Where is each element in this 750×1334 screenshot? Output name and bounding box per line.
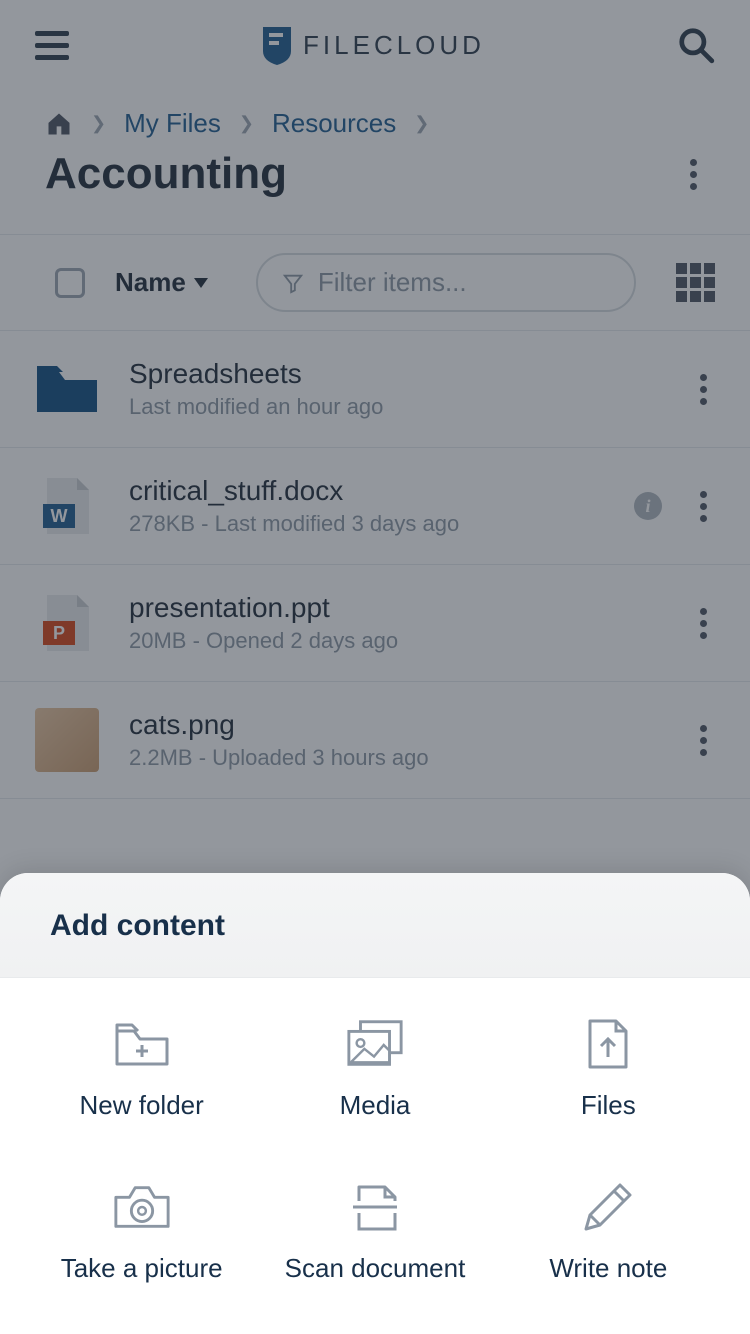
file-meta: Last modified an hour ago bbox=[129, 394, 662, 420]
select-all-checkbox[interactable] bbox=[55, 268, 85, 298]
action-media[interactable]: Media bbox=[263, 1018, 486, 1121]
scan-icon bbox=[345, 1181, 405, 1233]
action-take-picture[interactable]: Take a picture bbox=[30, 1181, 253, 1284]
grid-view-toggle[interactable] bbox=[676, 263, 715, 302]
search-icon[interactable] bbox=[677, 26, 715, 64]
app-header: FILECLOUD bbox=[0, 0, 750, 90]
file-name: critical_stuff.docx bbox=[129, 475, 604, 507]
list-item[interactable]: P presentation.ppt 20MB - Opened 2 days … bbox=[0, 565, 750, 682]
file-name: cats.png bbox=[129, 709, 662, 741]
action-files[interactable]: Files bbox=[497, 1018, 720, 1121]
page-title: Accounting bbox=[45, 149, 287, 199]
menu-button[interactable] bbox=[35, 31, 69, 60]
action-label: Files bbox=[581, 1090, 636, 1121]
action-label: Write note bbox=[549, 1253, 667, 1284]
item-more-button[interactable] bbox=[692, 600, 715, 647]
file-meta: 20MB - Opened 2 days ago bbox=[129, 628, 662, 654]
file-list: Spreadsheets Last modified an hour ago W… bbox=[0, 331, 750, 799]
ppt-icon: P bbox=[35, 591, 99, 655]
list-item[interactable]: cats.png 2.2MB - Uploaded 3 hours ago bbox=[0, 682, 750, 799]
chevron-down-icon bbox=[194, 278, 208, 288]
image-thumbnail bbox=[35, 708, 99, 772]
home-icon[interactable] bbox=[45, 110, 73, 138]
upload-file-icon bbox=[578, 1018, 638, 1070]
action-label: Scan document bbox=[285, 1253, 466, 1284]
action-label: New folder bbox=[80, 1090, 204, 1121]
media-icon bbox=[345, 1018, 405, 1070]
file-meta: 278KB - Last modified 3 days ago bbox=[129, 511, 604, 537]
filter-placeholder: Filter items... bbox=[318, 267, 467, 298]
action-write-note[interactable]: Write note bbox=[497, 1181, 720, 1284]
sort-button[interactable]: Name bbox=[115, 267, 208, 298]
file-meta: 2.2MB - Uploaded 3 hours ago bbox=[129, 745, 662, 771]
brand-text: FILECLOUD bbox=[303, 30, 485, 61]
svg-text:P: P bbox=[53, 623, 65, 643]
add-content-sheet: Add content New folder Media Files Take … bbox=[0, 873, 750, 1334]
sheet-title: Add content bbox=[0, 873, 750, 978]
breadcrumb-link-myfiles[interactable]: My Files bbox=[124, 108, 221, 139]
action-scan-document[interactable]: Scan document bbox=[263, 1181, 486, 1284]
item-more-button[interactable] bbox=[692, 366, 715, 413]
docx-icon: W bbox=[35, 474, 99, 538]
action-label: Take a picture bbox=[61, 1253, 223, 1284]
action-label: Media bbox=[340, 1090, 411, 1121]
pencil-icon bbox=[578, 1181, 638, 1233]
sheet-actions: New folder Media Files Take a picture Sc bbox=[0, 978, 750, 1334]
folder-icon bbox=[35, 357, 99, 421]
breadcrumb: ❯ My Files ❯ Resources ❯ bbox=[0, 90, 750, 139]
logo-shield-icon bbox=[261, 25, 293, 65]
title-row: Accounting bbox=[0, 139, 750, 234]
camera-icon bbox=[112, 1181, 172, 1233]
chevron-right-icon: ❯ bbox=[239, 113, 254, 134]
filter-icon bbox=[282, 272, 304, 294]
svg-text:W: W bbox=[51, 506, 68, 526]
info-icon[interactable]: i bbox=[634, 492, 662, 520]
sort-label: Name bbox=[115, 267, 186, 298]
filter-input[interactable]: Filter items... bbox=[256, 253, 636, 312]
item-more-button[interactable] bbox=[692, 717, 715, 764]
brand-logo: FILECLOUD bbox=[261, 25, 485, 65]
action-new-folder[interactable]: New folder bbox=[30, 1018, 253, 1121]
file-name: presentation.ppt bbox=[129, 592, 662, 624]
breadcrumb-link-resources[interactable]: Resources bbox=[272, 108, 396, 139]
item-more-button[interactable] bbox=[692, 483, 715, 530]
list-item[interactable]: Spreadsheets Last modified an hour ago bbox=[0, 331, 750, 448]
file-name: Spreadsheets bbox=[129, 358, 662, 390]
chevron-right-icon: ❯ bbox=[91, 113, 106, 134]
new-folder-icon bbox=[112, 1018, 172, 1070]
chevron-right-icon: ❯ bbox=[414, 113, 429, 134]
list-item[interactable]: W critical_stuff.docx 278KB - Last modif… bbox=[0, 448, 750, 565]
list-controls: Name Filter items... bbox=[0, 234, 750, 331]
page-more-button[interactable] bbox=[682, 151, 705, 198]
